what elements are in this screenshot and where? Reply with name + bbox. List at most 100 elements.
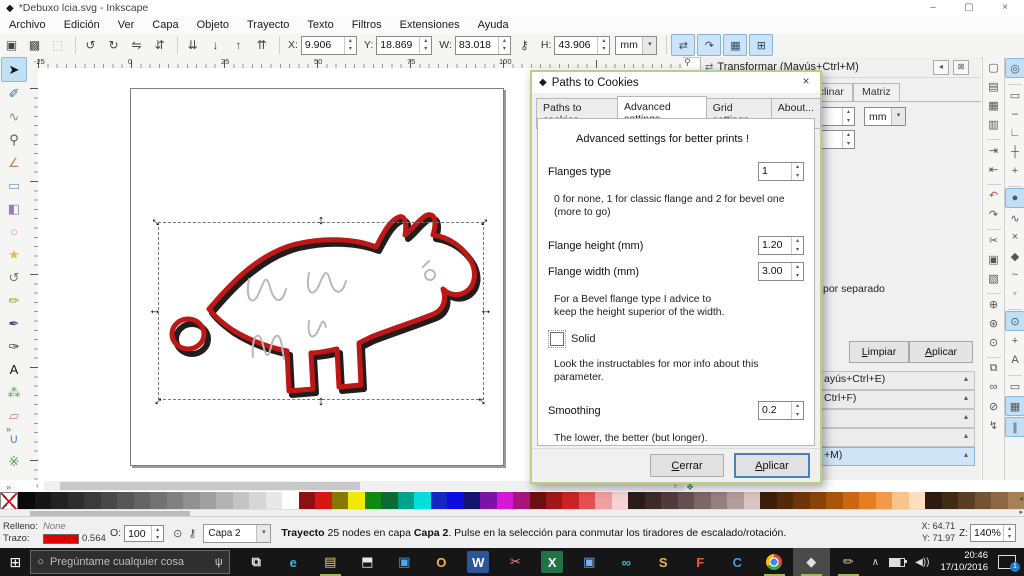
spin-buttons[interactable] <box>791 163 803 180</box>
taskbar-inkscape[interactable]: ◆ <box>793 548 830 576</box>
cut-icon[interactable]: ✂ <box>985 231 1003 249</box>
scrollbar-thumb[interactable] <box>60 482 360 490</box>
pen-tool[interactable]: ✒ <box>2 312 26 335</box>
color-swatch[interactable] <box>645 492 661 509</box>
box3d-tool[interactable]: ◧ <box>2 197 26 220</box>
redo-icon[interactable]: ↷ <box>985 205 1003 223</box>
lower-to-bottom-icon[interactable]: ⇊ <box>182 35 203 55</box>
snap-text-baseline-icon[interactable]: A <box>1006 351 1024 369</box>
color-swatch[interactable] <box>694 492 710 509</box>
separator[interactable] <box>1008 370 1022 376</box>
color-swatch[interactable] <box>942 492 958 509</box>
dialog-close-button[interactable]: × <box>798 74 814 88</box>
color-swatch[interactable] <box>678 492 694 509</box>
menu-item[interactable]: Capa <box>143 19 187 31</box>
import-icon[interactable]: ⇥ <box>985 141 1003 159</box>
color-swatch[interactable] <box>975 492 991 509</box>
star-tool[interactable]: ★ <box>2 243 26 266</box>
color-swatch[interactable] <box>299 492 315 509</box>
menu-item[interactable]: Ayuda <box>469 19 518 31</box>
spin-buttons[interactable] <box>344 37 356 54</box>
spiral-tool[interactable]: ↺ <box>2 266 26 289</box>
clock[interactable]: 20:46 17/10/2016 <box>940 550 988 574</box>
color-swatch[interactable] <box>612 492 628 509</box>
color-swatch[interactable] <box>431 492 447 509</box>
select-all-layers-icon[interactable]: ▩ <box>24 35 45 55</box>
cerrar-button[interactable]: Cerrar <box>650 454 724 477</box>
menu-item[interactable]: Texto <box>298 19 342 31</box>
color-swatch[interactable] <box>134 492 150 509</box>
ellipse-tool[interactable]: ○ <box>2 220 26 243</box>
move-patterns-icon[interactable]: ⊞ <box>749 34 773 56</box>
layer-dropdown[interactable]: Capa 2▾ <box>203 524 271 543</box>
color-swatch[interactable] <box>876 492 892 509</box>
calligraphy-tool[interactable]: ✑ <box>2 335 26 358</box>
taskbar-task-view[interactable]: ⧉ <box>238 548 275 576</box>
taskbar-arduino[interactable]: ∞ <box>608 548 645 576</box>
menu-item[interactable]: Objeto <box>188 19 238 31</box>
w-input[interactable]: 83.018 <box>455 36 511 55</box>
separator[interactable] <box>1008 181 1022 187</box>
selection-box[interactable]: ↔↕↔↔↔↔↕↔ <box>158 222 484 400</box>
xml-editor-icon[interactable]: ↯ <box>985 416 1003 434</box>
color-swatch[interactable] <box>282 492 298 509</box>
taskbar-edge[interactable]: e <box>275 548 312 576</box>
select-all-icon[interactable]: ▣ <box>1 35 22 55</box>
color-swatch[interactable] <box>35 492 51 509</box>
toolbox-more-icon[interactable]: » <box>6 482 11 492</box>
move-gradients-icon[interactable]: ▦ <box>723 34 747 56</box>
taskbar-gimp[interactable]: ✏ <box>830 548 867 576</box>
color-swatch[interactable] <box>315 492 331 509</box>
snap-bbox-corners-icon[interactable]: ∟ <box>1006 124 1024 142</box>
color-swatch[interactable] <box>84 492 100 509</box>
color-swatch[interactable] <box>18 492 34 509</box>
taskbar-store[interactable]: ⬒ <box>349 548 386 576</box>
color-swatch[interactable] <box>68 492 84 509</box>
y-input[interactable]: 18.869 <box>376 36 432 55</box>
color-swatch[interactable] <box>348 492 364 509</box>
move-as-group-icon[interactable]: ⇄ <box>671 34 695 56</box>
separator[interactable] <box>1008 79 1022 85</box>
battery-icon[interactable] <box>889 558 905 567</box>
color-swatch[interactable] <box>167 492 183 509</box>
snap-bbox-icon[interactable]: ▭ <box>1006 86 1024 104</box>
color-swatch[interactable] <box>579 492 595 509</box>
flip-horizontal-icon[interactable]: ⇋ <box>126 35 147 55</box>
color-swatch[interactable] <box>249 492 265 509</box>
taskbar-excel[interactable]: X <box>534 548 571 576</box>
color-swatch[interactable] <box>530 492 546 509</box>
flip-vertical-icon[interactable]: ⇵ <box>149 35 170 55</box>
color-swatch[interactable] <box>909 492 925 509</box>
lock-ratio-icon[interactable]: ⚷ <box>514 35 535 55</box>
color-swatch[interactable] <box>826 492 842 509</box>
clone-icon[interactable]: ∞ <box>985 378 1003 396</box>
color-swatch[interactable] <box>332 492 348 509</box>
taskbar-remote-desktop[interactable]: ▣ <box>571 548 608 576</box>
taskbar-teamviewer[interactable]: ▣ <box>386 548 423 576</box>
transform-stroke-icon[interactable]: ↷ <box>697 34 721 56</box>
color-swatch[interactable] <box>150 492 166 509</box>
snap-page-border-icon[interactable]: ▭ <box>1006 377 1024 395</box>
zoom-page-icon[interactable]: ⊙ <box>985 333 1003 351</box>
selector-tool[interactable]: ➤ <box>1 57 27 82</box>
save-icon[interactable]: ▦ <box>985 96 1003 114</box>
color-swatch[interactable] <box>744 492 760 509</box>
color-swatch[interactable] <box>464 492 480 509</box>
action-center-icon[interactable]: 1 <box>998 555 1016 569</box>
color-swatch[interactable] <box>497 492 513 509</box>
color-swatch[interactable] <box>892 492 908 509</box>
palette-scroll-right-icon[interactable]: ▸ <box>1019 508 1023 516</box>
snap-cusp-nodes-icon[interactable]: ◆ <box>1006 247 1024 265</box>
snap-others-icon[interactable]: ⊙ <box>1005 311 1024 331</box>
undo-icon[interactable]: ↶ <box>985 186 1003 204</box>
separator[interactable] <box>987 352 1001 358</box>
taskbar-word[interactable]: W <box>460 548 497 576</box>
snap-bbox-edges-icon[interactable]: ┄ <box>1006 105 1024 123</box>
color-swatch[interactable] <box>216 492 232 509</box>
pencil-tool[interactable]: ✏ <box>2 289 26 312</box>
minimize-button[interactable]: – <box>918 0 948 16</box>
export-icon[interactable]: ⇤ <box>985 160 1003 178</box>
snap-paths-icon[interactable]: ∿ <box>1006 209 1024 227</box>
measure-tool[interactable]: ∠ <box>2 151 26 174</box>
taskbar-outlook[interactable]: O <box>423 548 460 576</box>
